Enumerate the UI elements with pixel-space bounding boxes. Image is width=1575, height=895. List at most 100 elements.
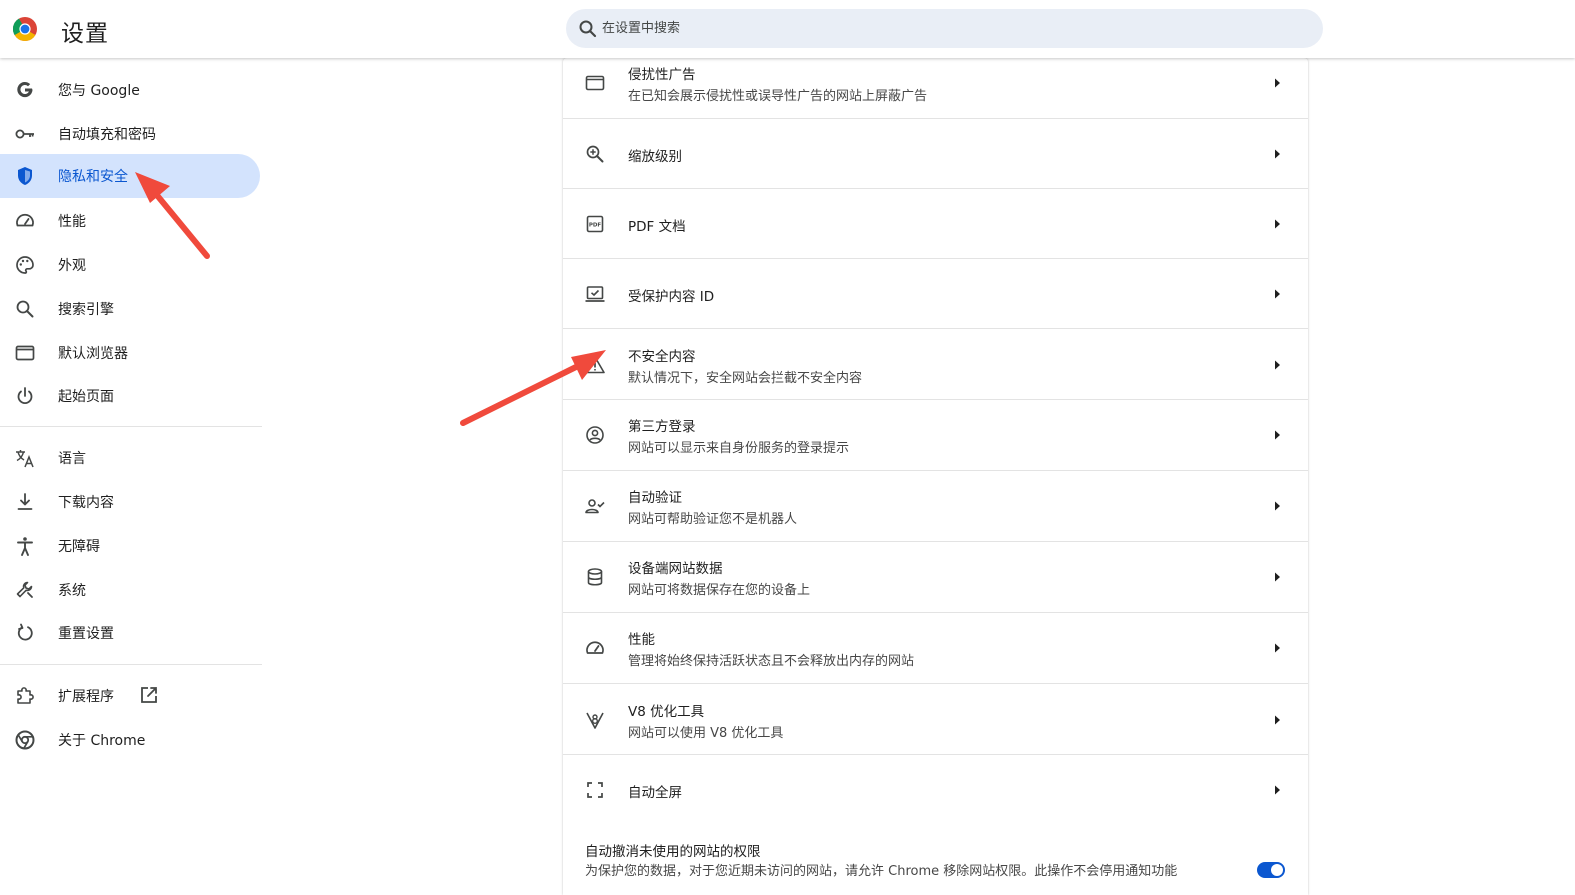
search-input[interactable]	[602, 9, 1302, 48]
sidebar-divider	[0, 426, 262, 427]
sidebar-item-system[interactable]: 系统	[0, 568, 260, 612]
row-title: 侵扰性广告	[628, 67, 696, 83]
zoom-in-icon	[586, 145, 604, 163]
setting-row-protected-content[interactable]: 受保护内容 ID	[563, 258, 1308, 329]
google-g-icon	[17, 81, 33, 98]
fullscreen-icon	[587, 782, 603, 798]
revoke-permissions-title: 自动撤消未使用的网站的权限	[585, 844, 761, 860]
row-subtitle: 网站可帮助验证您不是机器人	[628, 512, 798, 527]
arrow-right-icon	[1275, 430, 1280, 440]
arrow-right-icon	[1275, 78, 1280, 88]
sidebar-item-on-startup[interactable]: 起始页面	[0, 374, 260, 418]
row-title: 自动验证	[628, 490, 682, 506]
sidebar-item-downloads[interactable]: 下载内容	[0, 480, 260, 524]
arrow-right-icon	[1275, 643, 1280, 653]
speedometer-icon	[16, 213, 34, 227]
power-icon	[17, 387, 33, 405]
setting-row-on-device-site-data[interactable]: 设备端网站数据 网站可将数据保存在您的设备上	[563, 541, 1308, 612]
sidebar-item-label: 起始页面	[58, 389, 114, 405]
sidebar-item-label: 性能	[58, 214, 86, 230]
setting-row-insecure-content[interactable]: 不安全内容 默认情况下，安全网站会拦截不安全内容	[563, 328, 1308, 400]
sidebar-item-performance[interactable]: 性能	[0, 199, 260, 243]
sidebar-item-label: 系统	[58, 583, 86, 599]
row-title: 不安全内容	[628, 349, 696, 365]
search-icon	[579, 20, 597, 38]
sidebar-item-label: 扩展程序	[58, 689, 114, 705]
row-title: 自动全屏	[628, 785, 682, 801]
sidebar-divider	[0, 664, 262, 665]
palette-icon	[16, 256, 34, 274]
protected-content-icon	[585, 286, 605, 302]
setting-row-auto-verify[interactable]: 自动验证 网站可帮助验证您不是机器人	[563, 470, 1308, 541]
row-subtitle: 默认情况下，安全网站会拦截不安全内容	[628, 371, 863, 386]
database-icon	[587, 568, 603, 586]
sidebar-item-label: 重置设置	[58, 626, 114, 642]
arrow-right-icon	[1275, 785, 1280, 795]
chrome-icon	[15, 730, 35, 750]
sidebar-item-accessibility[interactable]: 无障碍	[0, 524, 260, 568]
svg-text:PDF: PDF	[589, 223, 602, 229]
puzzle-icon	[17, 687, 34, 704]
sidebar-item-appearance[interactable]: 外观	[0, 243, 260, 287]
arrow-right-icon	[1275, 715, 1280, 725]
arrow-right-icon	[1275, 149, 1280, 159]
revoke-permissions-description: 为保护您的数据，对于您近期未访问的网站，请允许 Chrome 移除网站权限。此操…	[585, 864, 1178, 879]
arrow-right-icon	[1275, 219, 1280, 229]
top-bar: 设置	[0, 0, 1575, 58]
person-check-icon	[585, 499, 605, 514]
sidebar-item-label: 搜索引擎	[58, 302, 114, 318]
toggle-knob	[1271, 864, 1283, 876]
row-subtitle: 网站可以使用 V8 优化工具	[628, 726, 784, 741]
accessibility-icon	[17, 537, 33, 556]
sidebar-item-extensions[interactable]: 扩展程序	[0, 674, 260, 718]
sidebar: 您与 Google 自动填充和密码 隐私和安全 性能 外观 搜索引擎 默认浏览器…	[0, 58, 262, 895]
row-subtitle: 在已知会展示侵扰性或误导性广告的网站上屏蔽广告	[628, 89, 928, 104]
sidebar-item-label: 外观	[58, 258, 86, 274]
row-subtitle: 网站可将数据保存在您的设备上	[628, 583, 811, 598]
sidebar-item-label: 无障碍	[58, 539, 100, 555]
arrow-right-icon	[1275, 360, 1280, 370]
sidebar-item-label: 隐私和安全	[58, 169, 128, 185]
setting-row-zoom-levels[interactable]: 缩放级别	[563, 118, 1308, 189]
sidebar-item-reset[interactable]: 重置设置	[0, 611, 260, 655]
arrow-right-icon	[1275, 289, 1280, 299]
setting-row-third-party-sign-in[interactable]: 第三方登录 网站可以显示来自身份服务的登录提示	[563, 399, 1308, 470]
key-icon	[15, 129, 34, 139]
ads-window-icon	[585, 75, 605, 91]
reset-icon	[17, 623, 33, 641]
sidebar-item-autofill[interactable]: 自动填充和密码	[0, 112, 260, 156]
setting-row-v8-optimizer[interactable]: V8 优化工具 网站可以使用 V8 优化工具	[563, 683, 1308, 755]
sidebar-item-languages[interactable]: 语言	[0, 436, 260, 480]
speedometer-icon	[586, 641, 604, 654]
setting-row-intrusive-ads[interactable]: 侵扰性广告 在已知会展示侵扰性或误导性广告的网站上屏蔽广告	[563, 58, 1308, 118]
sidebar-item-default-browser[interactable]: 默认浏览器	[0, 331, 260, 375]
row-title: PDF 文档	[628, 219, 686, 235]
setting-row-auto-fullscreen[interactable]: 自动全屏	[563, 754, 1308, 825]
row-title: V8 优化工具	[628, 704, 705, 720]
sidebar-item-search-engine[interactable]: 搜索引擎	[0, 287, 260, 331]
setting-row-performance[interactable]: 性能 管理将始终保持活跃状态且不会释放出内存的网站	[563, 612, 1308, 683]
sidebar-item-privacy[interactable]: 隐私和安全	[0, 154, 260, 198]
row-title: 设备端网站数据	[628, 561, 723, 577]
sidebar-item-you-and-google[interactable]: 您与 Google	[0, 68, 260, 112]
setting-row-pdf-documents[interactable]: PDF PDF 文档	[563, 188, 1308, 259]
row-subtitle: 管理将始终保持活跃状态且不会释放出内存的网站	[628, 654, 915, 669]
row-title: 受保护内容 ID	[628, 289, 715, 305]
sidebar-item-about-chrome[interactable]: 关于 Chrome	[0, 718, 260, 762]
row-title: 第三方登录	[628, 419, 696, 435]
sidebar-item-label: 下载内容	[58, 495, 114, 511]
revoke-permissions-toggle[interactable]	[1257, 862, 1285, 878]
wrench-icon	[16, 581, 33, 598]
row-subtitle: 网站可以显示来自身份服务的登录提示	[628, 441, 850, 456]
row-title: 缩放级别	[628, 149, 682, 165]
search-box[interactable]	[566, 9, 1323, 48]
download-icon	[17, 493, 33, 510]
page-title: 设置	[61, 21, 109, 47]
site-settings-card: 侵扰性广告 在已知会展示侵扰性或误导性广告的网站上屏蔽广告 缩放级别 PDF P…	[563, 58, 1308, 895]
row-title: 性能	[628, 632, 655, 648]
browser-window-icon	[15, 345, 35, 361]
sidebar-item-label: 语言	[58, 451, 86, 467]
revoke-permissions-setting: 自动撤消未使用的网站的权限 为保护您的数据，对于您近期未访问的网站，请允许 Ch…	[563, 828, 1308, 895]
shield-icon	[18, 167, 32, 185]
chrome-logo-icon	[12, 17, 37, 42]
